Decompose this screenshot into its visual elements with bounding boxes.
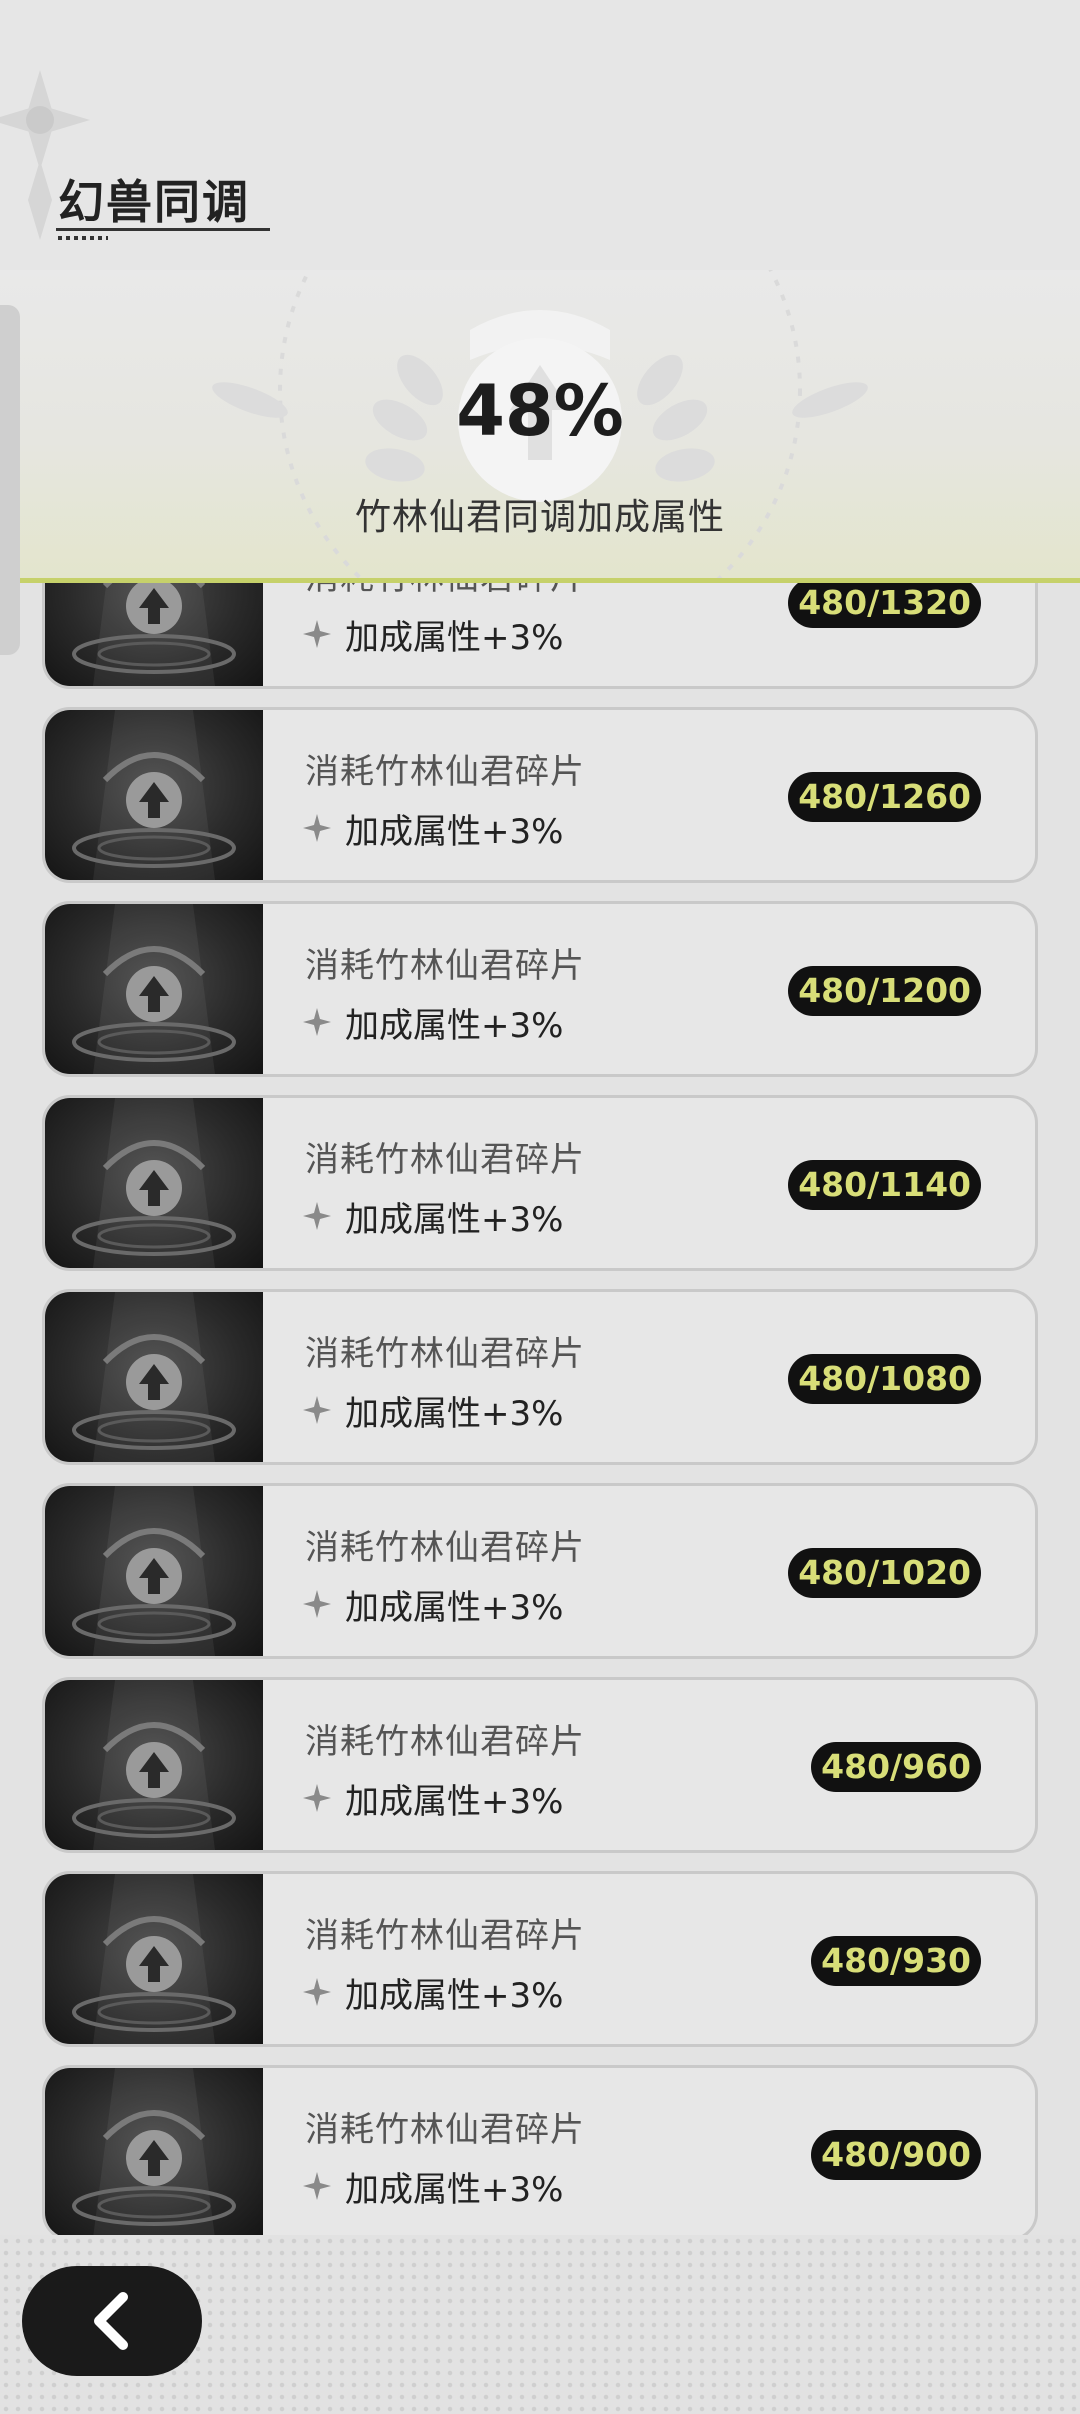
sync-level-card[interactable]: 消耗竹林仙君碎片加成属性+3% 480/1260: [42, 707, 1038, 883]
sparkle-icon: [303, 1008, 331, 1036]
upgrade-arrow-icon: [72, 1292, 236, 1462]
card-bonus-row: 加成属性+3%: [303, 1196, 563, 1240]
upgrade-arrow-icon: [72, 583, 236, 686]
card-thumbnail: [45, 583, 263, 686]
card-bonus-row: 加成属性+3%: [303, 808, 563, 852]
card-thumbnail: [45, 1680, 263, 1850]
card-bonus-row: 加成属性+3%: [303, 1002, 563, 1046]
card-thumbnail: [45, 1486, 263, 1656]
card-bonus: 加成属性+3%: [345, 811, 564, 852]
card-thumbnail: [45, 904, 263, 1074]
card-bonus-row: 加成属性+3%: [303, 1390, 563, 1434]
card-bonus-row: 加成属性+3%: [303, 1778, 563, 1822]
sync-percent: 48%: [456, 370, 624, 452]
upgrade-arrow-icon: [72, 2068, 236, 2235]
sparkle-icon: [303, 814, 331, 842]
card-title: 消耗竹林仙君碎片: [305, 583, 585, 599]
upgrade-arrow-icon: [72, 1486, 236, 1656]
page-header: 幻兽同调: [0, 0, 1080, 270]
shard-count-badge: 480/1020: [788, 1548, 981, 1598]
upgrade-arrow-icon: [72, 710, 236, 880]
card-bonus-row: 加成属性+3%: [303, 2166, 563, 2210]
sync-level-card[interactable]: 消耗竹林仙君碎片加成属性+3% 480/930: [42, 1871, 1038, 2047]
card-bonus: 加成属性+3%: [345, 1199, 564, 1240]
card-bonus: 加成属性+3%: [345, 2169, 564, 2210]
card-bonus-row: 加成属性+3%: [303, 614, 563, 658]
shard-count-badge: 480/1260: [788, 772, 981, 822]
sync-bonus-banner: 48% 竹林仙君同调加成属性: [0, 270, 1080, 582]
card-title: 消耗竹林仙君碎片: [305, 1140, 585, 1180]
sparkle-icon: [303, 2172, 331, 2200]
card-title: 消耗竹林仙君碎片: [305, 1916, 585, 1956]
card-thumbnail: [45, 2068, 263, 2235]
card-bonus: 加成属性+3%: [345, 1393, 564, 1434]
shard-count-badge: 480/1200: [788, 966, 981, 1016]
sparkle-icon: [303, 1396, 331, 1424]
card-title: 消耗竹林仙君碎片: [305, 752, 585, 792]
sparkle-icon: [303, 1978, 331, 2006]
sync-level-card[interactable]: 消耗竹林仙君碎片加成属性+3% 480/900: [42, 2065, 1038, 2235]
shard-count-badge: 480/1140: [788, 1160, 981, 1210]
sparkle-icon: [303, 1590, 331, 1618]
sync-level-card[interactable]: 消耗竹林仙君碎片加成属性+3% 480/1020: [42, 1483, 1038, 1659]
shard-count-badge: 480/1320: [788, 583, 981, 628]
card-title: 消耗竹林仙君碎片: [305, 1334, 585, 1374]
card-bonus: 加成属性+3%: [345, 617, 564, 658]
upgrade-arrow-icon: [72, 1680, 236, 1850]
shard-count-badge: 480/1080: [788, 1354, 981, 1404]
sync-level-list[interactable]: 消耗竹林仙君碎片加成属性+3%480/1320消耗竹林仙君碎片加成属性+3%48…: [0, 583, 1080, 2235]
upgrade-arrow-icon: [72, 1098, 236, 1268]
shard-count-badge: 480/930: [811, 1936, 981, 1986]
card-title: 消耗竹林仙君碎片: [305, 1528, 585, 1568]
card-bonus: 加成属性+3%: [345, 1975, 564, 2016]
card-title: 消耗竹林仙君碎片: [305, 2110, 585, 2150]
sparkle-icon: [303, 1202, 331, 1230]
sync-level-card[interactable]: 消耗竹林仙君碎片加成属性+3% 480/1080: [42, 1289, 1038, 1465]
card-bonus: 加成属性+3%: [345, 1587, 564, 1628]
page-title: 幻兽同调: [58, 175, 250, 229]
sparkle-icon: [303, 620, 331, 648]
card-bonus-row: 加成属性+3%: [303, 1584, 563, 1628]
scroll-handle[interactable]: [0, 305, 20, 655]
upgrade-arrow-icon: [72, 904, 236, 1074]
sync-level-card[interactable]: 消耗竹林仙君碎片加成属性+3% 480/1200: [42, 901, 1038, 1077]
card-bonus: 加成属性+3%: [345, 1005, 564, 1046]
card-title: 消耗竹林仙君碎片: [305, 946, 585, 986]
card-thumbnail: [45, 1098, 263, 1268]
sync-level-card[interactable]: 消耗竹林仙君碎片加成属性+3% 480/960: [42, 1677, 1038, 1853]
card-thumbnail: [45, 1874, 263, 2044]
upgrade-arrow-icon: [72, 1874, 236, 2044]
card-bonus-row: 加成属性+3%: [303, 1972, 563, 2016]
sync-subtitle: 竹林仙君同调加成属性: [354, 497, 725, 538]
card-thumbnail: [45, 1292, 263, 1462]
back-button[interactable]: [22, 2266, 202, 2376]
shard-count-badge: 480/900: [811, 2130, 981, 2180]
chevron-left-icon: [94, 2292, 128, 2350]
title-underline: [56, 228, 270, 231]
title-dots: [58, 236, 108, 240]
card-title: 消耗竹林仙君碎片: [305, 1722, 585, 1762]
card-thumbnail: [45, 710, 263, 880]
sync-level-card[interactable]: 消耗竹林仙君碎片加成属性+3% 480/1140: [42, 1095, 1038, 1271]
sync-level-card[interactable]: 消耗竹林仙君碎片加成属性+3% 480/1320: [42, 583, 1038, 689]
sparkle-icon: [303, 1784, 331, 1812]
shard-count-badge: 480/960: [811, 1742, 981, 1792]
card-bonus: 加成属性+3%: [345, 1781, 564, 1822]
